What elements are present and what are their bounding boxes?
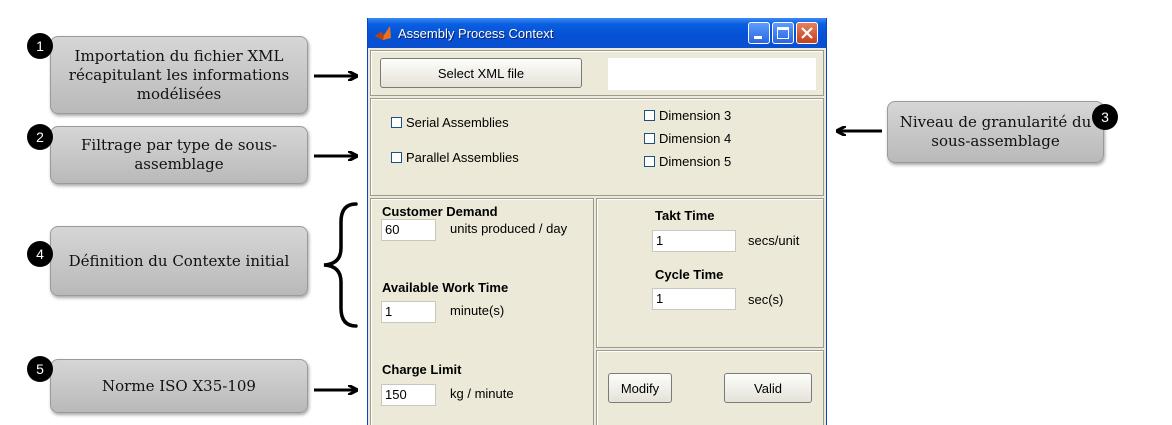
dimension-4-checkbox[interactable]: Dimension 4 (644, 131, 731, 146)
serial-checkbox-box[interactable] (391, 117, 402, 128)
dimension-5-checkbox[interactable]: Dimension 5 (644, 154, 731, 169)
takt-time-unit: secs/unit (748, 233, 800, 248)
parallel-checkbox-box[interactable] (391, 152, 402, 163)
customer-demand-label: Customer Demand (382, 204, 498, 219)
curly-brace (323, 202, 358, 328)
customer-demand-field[interactable]: 60 (381, 219, 436, 241)
serial-checkbox-label: Serial Assemblies (406, 115, 509, 130)
takt-time-field[interactable]: 1 (652, 230, 736, 252)
callout-2-text: Filtrage par type de sous-assemblage (80, 136, 278, 173)
serial-assemblies-checkbox[interactable]: Serial Assemblies (391, 115, 509, 130)
dimension-4-label: Dimension 4 (659, 131, 732, 146)
xml-file-path-field[interactable] (608, 58, 816, 90)
minimize-button[interactable] (748, 22, 770, 44)
callout-1-number: 1 (27, 33, 53, 59)
dimension-5-label: Dimension 5 (659, 154, 732, 169)
callout-3: Niveau de granularité du sous-assemblage (887, 101, 1104, 163)
callout-2-number: 2 (27, 124, 53, 150)
dimension-3-checkbox[interactable]: Dimension 3 (644, 108, 731, 123)
charge-limit-unit: kg / minute (450, 386, 514, 401)
callout-4-number: 4 (27, 241, 53, 267)
callout-5-text: Norme ISO X35-109 (102, 376, 256, 395)
cycle-time-field[interactable]: 1 (652, 288, 736, 310)
dimension-4-checkbox-box[interactable] (644, 133, 655, 144)
select-xml-file-button[interactable]: Select XML file (380, 58, 582, 88)
available-work-time-field[interactable]: 1 (381, 301, 436, 323)
callout-5-number: 5 (27, 356, 53, 382)
callout-4-text: Définition du Contexte initial (68, 251, 290, 270)
assembly-process-context-window: Assembly Process Context Select XML file… (367, 18, 827, 425)
parallel-checkbox-label: Parallel Assemblies (406, 150, 519, 165)
available-work-time-label: Available Work Time (382, 280, 509, 295)
valid-button[interactable]: Valid (724, 373, 812, 403)
filter-panel (370, 98, 824, 196)
dimension-5-checkbox-box[interactable] (644, 156, 655, 167)
window-title: Assembly Process Context (398, 25, 554, 41)
title-bar[interactable]: Assembly Process Context (368, 18, 826, 48)
customer-demand-unit: units produced / day (450, 221, 568, 236)
maximize-icon (777, 27, 789, 39)
cycle-time-unit: sec(s) (748, 292, 784, 307)
callout-2: Filtrage par type de sous-assemblage (50, 126, 308, 184)
charge-limit-label: Charge Limit (382, 362, 462, 377)
callout-1: Importation du fichier XML récapitulant … (50, 36, 308, 114)
available-work-time-unit: minute(s) (450, 303, 505, 318)
takt-time-label: Takt Time (655, 208, 715, 223)
callout-5: Norme ISO X35-109 (50, 359, 308, 413)
minimize-icon (754, 36, 762, 39)
matlab-icon (375, 26, 391, 40)
close-icon (801, 27, 813, 39)
callout-1-text: Importation du fichier XML récapitulant … (68, 46, 290, 103)
charge-limit-field[interactable]: 150 (381, 384, 436, 406)
close-button[interactable] (796, 22, 818, 44)
dimension-3-label: Dimension 3 (659, 108, 732, 123)
dimension-3-checkbox-box[interactable] (644, 110, 655, 121)
cycle-time-label: Cycle Time (655, 267, 724, 282)
callout-3-text: Niveau de granularité du sous-assemblage (899, 113, 1092, 150)
callout-3-number: 3 (1092, 104, 1118, 130)
maximize-button[interactable] (772, 22, 794, 44)
callout-4: Définition du Contexte initial (50, 226, 308, 296)
modify-button[interactable]: Modify (608, 373, 672, 403)
parallel-assemblies-checkbox[interactable]: Parallel Assemblies (391, 150, 519, 165)
